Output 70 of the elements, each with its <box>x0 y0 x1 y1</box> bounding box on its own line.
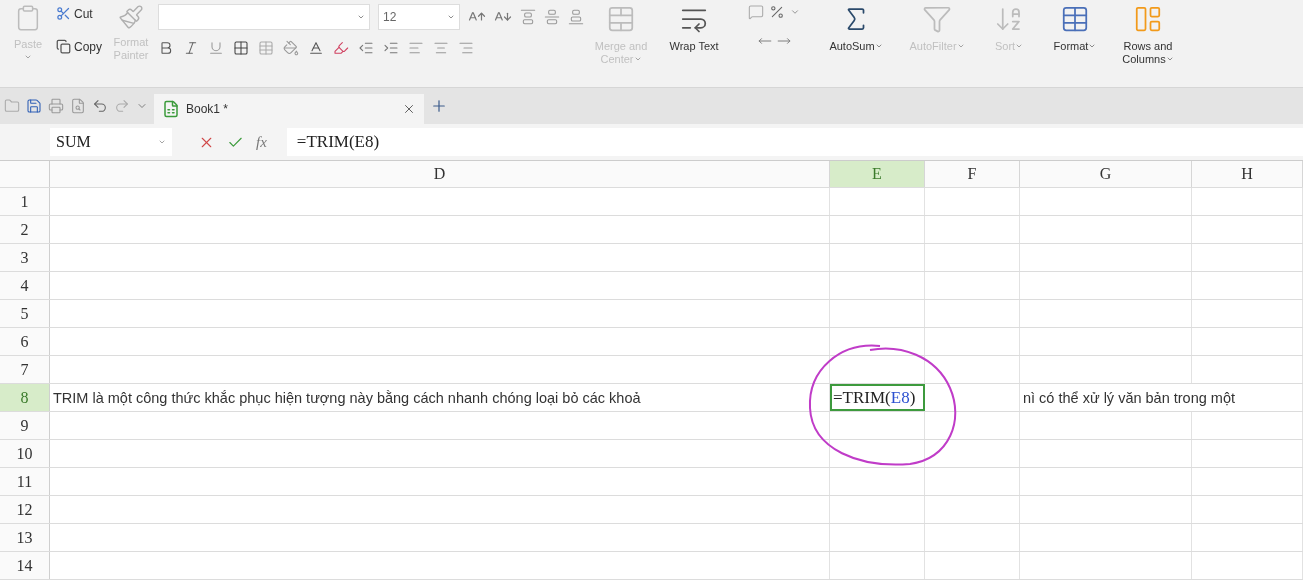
rows-and-columns-button[interactable]: Rows and Columns <box>1112 0 1184 87</box>
row-header[interactable]: 8 <box>0 384 50 411</box>
caret-icon[interactable] <box>357 13 365 21</box>
rows-columns-icon <box>1133 4 1163 34</box>
align-left-icon[interactable] <box>408 40 424 56</box>
function-label[interactable]: fx <box>256 133 267 151</box>
filter-icon <box>922 4 952 34</box>
document-tab[interactable]: Book1 * <box>154 94 424 124</box>
copy-icon <box>56 39 71 54</box>
borders-icon[interactable] <box>233 40 249 56</box>
column-header[interactable]: E <box>830 161 925 187</box>
row-header[interactable]: 12 <box>0 496 50 523</box>
caret-icon[interactable] <box>158 138 166 146</box>
italic-icon[interactable] <box>183 40 199 56</box>
row-header[interactable]: 11 <box>0 468 50 495</box>
wrap-button[interactable]: Wrap Text <box>658 0 730 87</box>
table-icon <box>1060 4 1090 34</box>
print-icon[interactable] <box>48 98 64 114</box>
align-middle-icon[interactable] <box>544 9 560 25</box>
font-name-field[interactable] <box>158 4 370 30</box>
row-header[interactable]: 14 <box>0 552 50 579</box>
caret-icon[interactable] <box>790 7 800 17</box>
text-cell[interactable]: nì có thể xử lý văn bản trong một <box>1020 384 1303 411</box>
row-header[interactable]: 9 <box>0 412 50 439</box>
autosum-button[interactable]: AutoSum <box>818 0 894 87</box>
print-preview-icon[interactable] <box>70 98 86 114</box>
row-header[interactable]: 10 <box>0 440 50 467</box>
decrease-indent-icon[interactable] <box>358 40 374 56</box>
align-bottom-icon[interactable] <box>568 9 584 25</box>
cut-button[interactable]: Cut <box>54 4 95 23</box>
align-right-icon[interactable] <box>458 40 474 56</box>
row-header[interactable]: 2 <box>0 216 50 243</box>
redo-icon[interactable] <box>114 98 130 114</box>
cell-style-icon[interactable] <box>258 40 274 56</box>
row-header[interactable]: 13 <box>0 524 50 551</box>
merge-cells-icon <box>606 4 636 34</box>
row-header[interactable]: 6 <box>0 328 50 355</box>
text-cell[interactable]: TRIM là một công thức khắc phục hiện tượng này bằng cách nhanh chóng loại bỏ các khoả <box>50 384 830 411</box>
align-top-icon[interactable] <box>520 9 536 25</box>
name-box[interactable]: SUM <box>50 128 172 156</box>
percent-icon[interactable] <box>769 4 785 20</box>
paintbrush-icon <box>118 4 144 30</box>
font-color-icon[interactable] <box>308 40 324 56</box>
formula-field[interactable]: =TRIM(E8) <box>286 128 1303 156</box>
spreadsheet-icon <box>162 100 180 118</box>
row-header[interactable]: 7 <box>0 356 50 383</box>
column-header[interactable]: F <box>925 161 1020 187</box>
new-tab-icon[interactable] <box>430 97 448 115</box>
caret-icon[interactable] <box>447 13 455 21</box>
selected-cell[interactable]: =TRIM(E8) <box>830 384 925 411</box>
format-button[interactable]: Format <box>1042 0 1108 87</box>
undo-icon[interactable] <box>92 98 108 114</box>
row-header[interactable]: 3 <box>0 244 50 271</box>
folder-icon[interactable] <box>4 98 20 114</box>
bold-icon[interactable] <box>158 40 174 56</box>
column-header[interactable]: H <box>1192 161 1303 187</box>
row-header[interactable]: 4 <box>0 272 50 299</box>
align-center-icon[interactable] <box>433 40 449 56</box>
scissors-icon <box>56 6 71 21</box>
row-header[interactable]: 1 <box>0 188 50 215</box>
increase-indent-icon[interactable] <box>383 40 399 56</box>
fill-color-icon[interactable] <box>283 40 299 56</box>
save-icon[interactable] <box>26 98 42 114</box>
column-header[interactable]: G <box>1020 161 1192 187</box>
underline-icon[interactable] <box>208 40 224 56</box>
font-size-field[interactable]: 12 <box>378 4 460 30</box>
copy-button[interactable]: Copy <box>54 37 104 56</box>
column-header[interactable]: D <box>50 161 830 187</box>
row-header[interactable]: 5 <box>0 300 50 327</box>
close-icon[interactable] <box>402 102 416 116</box>
